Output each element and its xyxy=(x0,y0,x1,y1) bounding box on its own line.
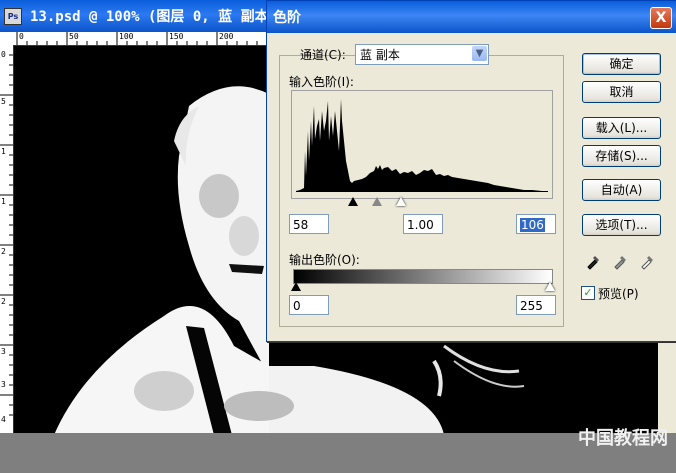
white-eyedropper-icon[interactable] xyxy=(639,252,657,270)
ruler-label: 1 xyxy=(1,197,6,206)
close-button[interactable]: X xyxy=(650,7,672,29)
black-eyedropper-icon[interactable] xyxy=(585,252,603,270)
options-button[interactable]: 选项(T)... xyxy=(582,214,661,236)
dialog-titlebar[interactable]: 色阶 X xyxy=(267,1,676,33)
dialog-title: 色阶 xyxy=(273,10,301,26)
input-white-slider[interactable] xyxy=(396,197,406,206)
chevron-down-icon[interactable]: ▼ xyxy=(472,46,487,61)
status-bar: 中国教程网 xyxy=(0,428,676,473)
save-button[interactable]: 存储(S)... xyxy=(582,145,661,167)
channel-value: 蓝 副本 xyxy=(360,48,400,62)
ruler-label: 0 xyxy=(1,50,6,59)
ruler-label: 4 xyxy=(1,415,6,424)
levels-dialog: 色阶 X 通道(C): 蓝 副本 ▼ 输入色阶(I): 58 1.00 106 … xyxy=(266,0,676,342)
ruler-label: 150 xyxy=(169,32,184,41)
input-white-field[interactable]: 106 xyxy=(516,214,556,234)
gray-eyedropper-icon[interactable] xyxy=(612,252,630,270)
output-white-slider[interactable] xyxy=(545,282,555,291)
ruler-label: 200 xyxy=(219,32,234,41)
input-black-field[interactable]: 58 xyxy=(289,214,329,234)
auto-button[interactable]: 自动(A) xyxy=(582,179,661,201)
output-gradient xyxy=(293,269,553,284)
histogram xyxy=(291,90,553,199)
output-black-slider[interactable] xyxy=(291,282,301,291)
preview-checkbox[interactable]: ✓ xyxy=(581,286,595,300)
ruler-label: 5 xyxy=(1,97,6,106)
output-black-field[interactable]: 0 xyxy=(289,295,329,315)
input-black-slider[interactable] xyxy=(348,197,358,206)
vertical-ruler: 0 5 1 1 2 2 3 3 4 xyxy=(0,45,14,435)
photoshop-icon: Ps xyxy=(4,8,22,25)
cancel-button[interactable]: 取消 xyxy=(582,81,661,103)
output-white-field[interactable]: 255 xyxy=(516,295,556,315)
watermark: 中国教程网 xyxy=(578,428,668,449)
ok-button[interactable]: 确定 xyxy=(582,53,661,75)
output-levels-label: 输出色阶(O): xyxy=(289,253,360,267)
channel-label: 通道(C): xyxy=(300,48,346,62)
ruler-label: 0 xyxy=(19,32,24,41)
load-button[interactable]: 载入(L)... xyxy=(582,117,661,139)
ruler-label: 2 xyxy=(1,297,6,306)
preview-label: 预览(P) xyxy=(598,287,639,301)
ruler-label: 3 xyxy=(1,380,6,389)
input-gamma-field[interactable]: 1.00 xyxy=(403,214,443,234)
input-gamma-slider[interactable] xyxy=(372,197,382,206)
ruler-label: 50 xyxy=(69,32,79,41)
input-levels-label: 输入色阶(I): xyxy=(289,75,354,89)
ruler-label: 3 xyxy=(1,347,6,356)
ruler-label: 2 xyxy=(1,247,6,256)
channel-select[interactable]: 蓝 副本 ▼ xyxy=(355,44,489,65)
ruler-label: 100 xyxy=(119,32,134,41)
ruler-label: 1 xyxy=(1,147,6,156)
document-title: 13.psd @ 100% (图层 0, 蓝 副本/8 xyxy=(30,9,286,25)
